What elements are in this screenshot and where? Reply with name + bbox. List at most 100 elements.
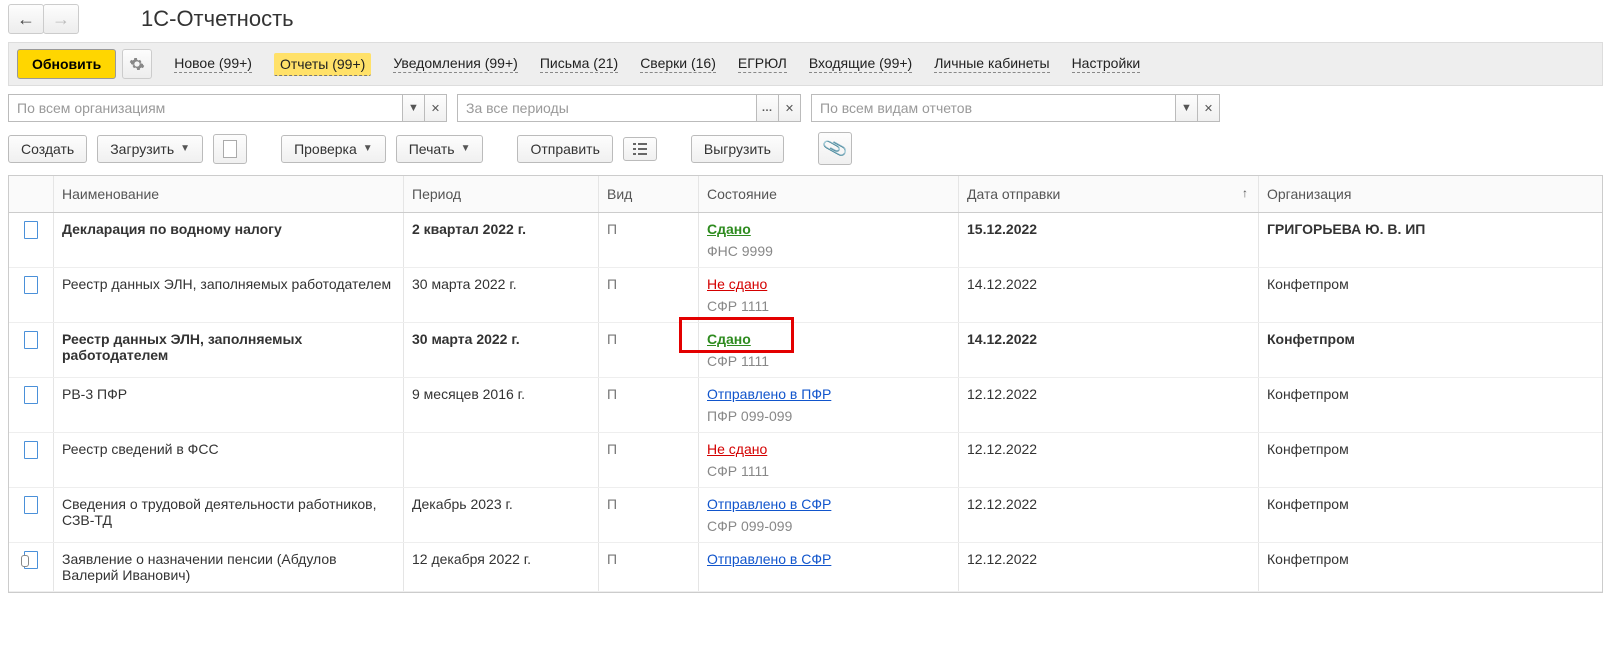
cell-org: Конфетпром — [1259, 378, 1602, 432]
nav-forward-button[interactable]: → — [43, 4, 79, 34]
col-type[interactable]: Вид — [599, 176, 699, 212]
load-button[interactable]: Загрузить▼ — [97, 135, 203, 163]
status-link[interactable]: Сдано — [707, 331, 751, 347]
cell-name: Реестр данных ЭЛН, заполняемых работодат… — [54, 323, 404, 377]
filter-period-select[interactable]: … — [757, 94, 779, 122]
nav-reports[interactable]: Отчеты (99+) — [274, 53, 371, 76]
cell-name: Заявление о назначении пенсии (Абдулов В… — [54, 543, 404, 591]
cell-name: Реестр сведений в ФСС — [54, 433, 404, 487]
page-title: 1С-Отчетность — [141, 6, 294, 32]
attach-button[interactable]: 📎 — [818, 132, 852, 165]
col-name[interactable]: Наименование — [54, 176, 404, 212]
cell-type: П — [599, 378, 699, 432]
nav-new[interactable]: Новое (99+) — [174, 55, 252, 73]
cell-period: Декабрь 2023 г. — [404, 488, 599, 542]
refresh-button[interactable]: Обновить — [17, 49, 116, 79]
col-org[interactable]: Организация — [1259, 176, 1602, 212]
filter-org-dropdown[interactable]: ▼ — [403, 94, 425, 122]
filter-type-dropdown[interactable]: ▼ — [1176, 94, 1198, 122]
filter-type-clear[interactable]: ✕ — [1198, 94, 1220, 122]
page-icon-button[interactable] — [213, 134, 247, 164]
cell-period: 30 марта 2022 г. — [404, 323, 599, 377]
filter-period-clear[interactable]: ✕ — [779, 94, 801, 122]
sort-asc-icon: ↑ — [1242, 186, 1248, 200]
cell-period: 9 месяцев 2016 г. — [404, 378, 599, 432]
cell-org: Конфетпром — [1259, 323, 1602, 377]
table-row[interactable]: Реестр данных ЭЛН, заполняемых работодат… — [9, 268, 1602, 323]
cell-name: РВ-3 ПФР — [54, 378, 404, 432]
gear-icon — [129, 56, 145, 72]
document-icon — [24, 276, 38, 294]
col-status[interactable]: Состояние — [699, 176, 959, 212]
table-row[interactable]: РВ-3 ПФР9 месяцев 2016 г.ПОтправлено в П… — [9, 378, 1602, 433]
export-label: Выгрузить — [704, 141, 771, 157]
cell-date: 14.12.2022 — [959, 323, 1259, 377]
status-subtext: СФР 099-099 — [707, 518, 950, 534]
send-label: Отправить — [530, 141, 599, 157]
nav-egrul[interactable]: ЕГРЮЛ — [738, 55, 787, 73]
status-subtext: ФНС 9999 — [707, 243, 950, 259]
nav-letters[interactable]: Письма (21) — [540, 55, 618, 73]
table-row[interactable]: Заявление о назначении пенсии (Абдулов В… — [9, 543, 1602, 592]
cell-org: Конфетпром — [1259, 268, 1602, 322]
create-button[interactable]: Создать — [8, 135, 87, 163]
check-button[interactable]: Проверка ▼ — [281, 135, 386, 163]
status-subtext: ПФР 099-099 — [707, 408, 950, 424]
chevron-down-icon: ▼ — [180, 143, 190, 154]
cell-date: 12.12.2022 — [959, 378, 1259, 432]
export-button[interactable]: Выгрузить — [691, 135, 784, 163]
cell-type: П — [599, 543, 699, 591]
col-date-label: Дата отправки — [967, 186, 1060, 202]
chevron-down-icon: ▼ — [363, 143, 373, 154]
send-button[interactable]: Отправить — [517, 135, 612, 163]
status-link[interactable]: Сдано — [707, 221, 751, 237]
filter-org-clear[interactable]: ✕ — [425, 94, 447, 122]
status-subtext: СФР 1111 — [707, 353, 950, 369]
cell-org: Конфетпром — [1259, 433, 1602, 487]
filter-period[interactable]: За все периоды — [457, 94, 757, 122]
status-subtext: СФР 1111 — [707, 298, 950, 314]
col-period[interactable]: Период — [404, 176, 599, 212]
cell-type: П — [599, 433, 699, 487]
cell-status: Сдано ФНС 9999 — [699, 213, 959, 267]
nav-notifications[interactable]: Уведомления (99+) — [393, 55, 518, 73]
filter-type[interactable]: По всем видам отчетов — [811, 94, 1176, 122]
status-link[interactable]: Не сдано — [707, 276, 767, 292]
table-row[interactable]: Декларация по водному налогу2 квартал 20… — [9, 213, 1602, 268]
cell-type: П — [599, 488, 699, 542]
document-icon — [24, 331, 38, 349]
nav-reconcil[interactable]: Сверки (16) — [640, 55, 716, 73]
cell-org: Конфетпром — [1259, 543, 1602, 591]
nav-incoming[interactable]: Входящие (99+) — [809, 55, 912, 73]
cell-date: 12.12.2022 — [959, 433, 1259, 487]
cell-type: П — [599, 323, 699, 377]
list-button[interactable] — [623, 137, 657, 161]
status-link[interactable]: Отправлено в ПФР — [707, 386, 831, 402]
status-link[interactable]: Не сдано — [707, 441, 767, 457]
cell-name: Декларация по водному налогу — [54, 213, 404, 267]
nav-settings[interactable]: Настройки — [1072, 55, 1141, 73]
document-icon — [24, 221, 38, 239]
status-link[interactable]: Отправлено в СФР — [707, 496, 831, 512]
cell-status: Отправлено в ПФР ПФР 099-099 — [699, 378, 959, 432]
document-icon — [24, 496, 38, 514]
nav-back-button[interactable]: ← — [8, 4, 44, 34]
settings-gear-button[interactable] — [122, 49, 152, 79]
table-row[interactable]: Реестр сведений в ФССПНе сданоСФР 111112… — [9, 433, 1602, 488]
document-icon — [24, 441, 38, 459]
check-label: Проверка — [294, 141, 357, 157]
cell-date: 15.12.2022 — [959, 213, 1259, 267]
status-link[interactable]: Отправлено в СФР — [707, 551, 831, 567]
col-date[interactable]: Дата отправки ↑ — [959, 176, 1259, 212]
chevron-down-icon: ▼ — [461, 143, 471, 154]
cell-status: Отправлено в СФР — [699, 543, 959, 591]
document-icon — [24, 386, 38, 404]
nav-cabinets[interactable]: Личные кабинеты — [934, 55, 1049, 73]
filter-org[interactable]: По всем организациям — [8, 94, 403, 122]
print-button[interactable]: Печать▼ — [396, 135, 484, 163]
document-icon — [223, 140, 237, 158]
cell-period: 12 декабря 2022 г. — [404, 543, 599, 591]
table-row[interactable]: Сведения о трудовой деятельности работни… — [9, 488, 1602, 543]
table-row[interactable]: Реестр данных ЭЛН, заполняемых работодат… — [9, 323, 1602, 378]
cell-period: 30 марта 2022 г. — [404, 268, 599, 322]
